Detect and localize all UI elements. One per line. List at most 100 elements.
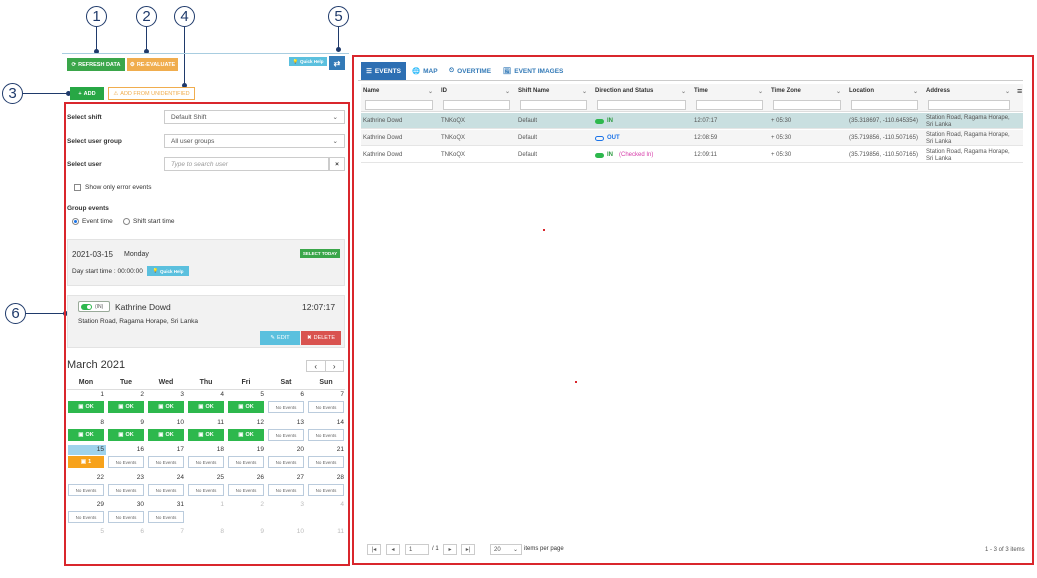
next-page-button[interactable]: ▸ — [443, 544, 457, 555]
calendar-day-number[interactable]: 4 — [188, 391, 224, 398]
calendar-day-number[interactable]: 30 — [108, 501, 144, 508]
calendar-day-number[interactable]: 4 — [308, 501, 344, 508]
calendar-day-number[interactable]: 27 — [268, 474, 304, 481]
calendar-day-number[interactable]: 10 — [268, 528, 304, 535]
calendar-no-events-badge[interactable]: No Events — [308, 456, 344, 468]
column-header[interactable]: Name ⌄ — [361, 84, 437, 98]
calendar-day-number[interactable]: 23 — [108, 474, 144, 481]
quick-help-button-day[interactable]: 💡 Quick Help — [147, 266, 189, 276]
add-from-unidentified-button[interactable]: ⚠ ADD FROM UNIDENTIFIED — [108, 87, 195, 100]
calendar-day-number[interactable]: 1 — [188, 501, 224, 508]
refresh-data-button[interactable]: ⟳ REFRESH DATA — [67, 58, 125, 71]
calendar-day-number[interactable]: 12 — [228, 419, 264, 426]
calendar-day-number[interactable]: 18 — [188, 446, 224, 453]
calendar-day-number[interactable]: 26 — [228, 474, 264, 481]
delete-button[interactable]: ✖ DELETE — [301, 331, 341, 345]
calendar-day-number[interactable]: 29 — [68, 501, 104, 508]
calendar-day-number[interactable]: 1 — [68, 391, 104, 398]
chevron-left-icon[interactable]: ‹ — [307, 361, 326, 371]
calendar-day-number[interactable]: 22 — [68, 474, 104, 481]
calendar-day-number[interactable]: 13 — [268, 419, 304, 426]
shift-select[interactable]: Default Shift ⌄ — [164, 110, 345, 124]
calendar-day-number[interactable]: 7 — [308, 391, 344, 398]
column-header[interactable]: Direction and Status ⌄ — [593, 84, 690, 98]
calendar-no-events-badge[interactable]: No Events — [228, 456, 264, 468]
chevron-right-icon[interactable]: › — [326, 361, 344, 371]
column-header[interactable]: Location ⌄ — [847, 84, 922, 98]
calendar-day-number[interactable]: 6 — [108, 528, 144, 535]
first-page-button[interactable]: |◂ — [367, 544, 381, 555]
calendar-no-events-badge[interactable]: No Events — [68, 484, 104, 496]
calendar-day-number[interactable]: 3 — [268, 501, 304, 508]
edit-button[interactable]: ✎ EDIT — [260, 331, 300, 345]
column-menu-icon[interactable]: ≡ — [1017, 86, 1022, 96]
column-header[interactable]: Time ⌄ — [692, 84, 767, 98]
calendar-no-events-badge[interactable]: No Events — [268, 401, 304, 413]
calendar-day-number[interactable]: 16 — [108, 446, 144, 453]
calendar-day-number[interactable]: 20 — [268, 446, 304, 453]
calendar-day-number[interactable]: 5 — [228, 391, 264, 398]
calendar-ok-badge[interactable]: ▣ OK — [148, 429, 184, 441]
tab-overtime[interactable]: ⏲ OVERTIME — [449, 62, 491, 80]
column-settings-button[interactable]: ⇄ — [329, 56, 345, 70]
calendar-no-events-badge[interactable]: No Events — [228, 484, 264, 496]
column-filter-input[interactable] — [773, 100, 841, 110]
shift-start-radio[interactable] — [123, 218, 130, 225]
calendar-ok-badge[interactable]: ▣ OK — [68, 429, 104, 441]
calendar-day-number[interactable]: 5 — [68, 528, 104, 535]
shift-start-radio-row[interactable]: Shift start time — [123, 218, 175, 225]
column-header[interactable]: Address ⌄ — [924, 84, 1014, 98]
calendar-day-number[interactable]: 25 — [188, 474, 224, 481]
calendar-no-events-badge[interactable]: No Events — [308, 401, 344, 413]
calendar-day-number[interactable]: 10 — [148, 419, 184, 426]
event-time-radio-row[interactable]: Event time — [72, 218, 113, 225]
calendar-no-events-badge[interactable]: No Events — [308, 429, 344, 441]
calendar-day-number[interactable]: 8 — [68, 419, 104, 426]
column-filter-input[interactable] — [365, 100, 433, 110]
column-filter-input[interactable] — [696, 100, 763, 110]
calendar-ok-badge[interactable]: ▣ OK — [148, 401, 184, 413]
column-header[interactable]: ID ⌄ — [439, 84, 514, 98]
calendar-day-number[interactable]: 15 — [68, 446, 104, 453]
calendar-day-number[interactable]: 2 — [108, 391, 144, 398]
user-group-select[interactable]: All user groups ⌄ — [164, 134, 345, 148]
calendar-no-events-badge[interactable]: No Events — [148, 484, 184, 496]
calendar-no-events-badge[interactable]: No Events — [188, 456, 224, 468]
calendar-day-number[interactable]: 9 — [228, 528, 264, 535]
calendar-ok-badge[interactable]: ▣ OK — [228, 429, 264, 441]
calendar-ok-badge[interactable]: ▣ OK — [68, 401, 104, 413]
calendar-day-number[interactable]: 14 — [308, 419, 344, 426]
calendar-no-events-badge[interactable]: No Events — [268, 484, 304, 496]
calendar-warning-badge[interactable]: ▣ 1 — [68, 456, 104, 468]
clear-user-button[interactable]: × — [329, 157, 345, 171]
re-evaluate-button[interactable]: ⚙ RE-EVALUATE — [127, 58, 178, 71]
user-search-input[interactable]: Type to search user — [164, 157, 329, 171]
calendar-no-events-badge[interactable]: No Events — [108, 484, 144, 496]
column-filter-input[interactable] — [597, 100, 686, 110]
quick-help-button-top[interactable]: 💡 Quick Help — [289, 57, 327, 66]
calendar-day-number[interactable]: 19 — [228, 446, 264, 453]
calendar-day-number[interactable]: 21 — [308, 446, 344, 453]
calendar-day-number[interactable]: 11 — [308, 528, 344, 535]
calendar-ok-badge[interactable]: ▣ OK — [228, 401, 264, 413]
calendar-no-events-badge[interactable]: No Events — [68, 511, 104, 523]
last-page-button[interactable]: ▸| — [461, 544, 475, 555]
column-filter-input[interactable] — [928, 100, 1010, 110]
calendar-day-number[interactable]: 24 — [148, 474, 184, 481]
calendar-ok-badge[interactable]: ▣ OK — [188, 401, 224, 413]
column-filter-input[interactable] — [520, 100, 587, 110]
select-today-button[interactable]: SELECT TODAY — [300, 249, 340, 258]
column-header[interactable]: Time Zone ⌄ — [769, 84, 845, 98]
add-button[interactable]: + ADD — [70, 87, 104, 100]
column-filter-input[interactable] — [443, 100, 510, 110]
calendar-day-number[interactable]: 6 — [268, 391, 304, 398]
calendar-no-events-badge[interactable]: No Events — [308, 484, 344, 496]
column-header[interactable]: Shift Name ⌄ — [516, 84, 591, 98]
calendar-no-events-badge[interactable]: No Events — [148, 511, 184, 523]
calendar-ok-badge[interactable]: ▣ OK — [108, 429, 144, 441]
event-time-radio[interactable] — [72, 218, 79, 225]
calendar-day-number[interactable]: 9 — [108, 419, 144, 426]
calendar-day-number[interactable]: 17 — [148, 446, 184, 453]
tab-events[interactable]: ☰ EVENTS — [361, 62, 406, 80]
calendar-no-events-badge[interactable]: No Events — [268, 456, 304, 468]
